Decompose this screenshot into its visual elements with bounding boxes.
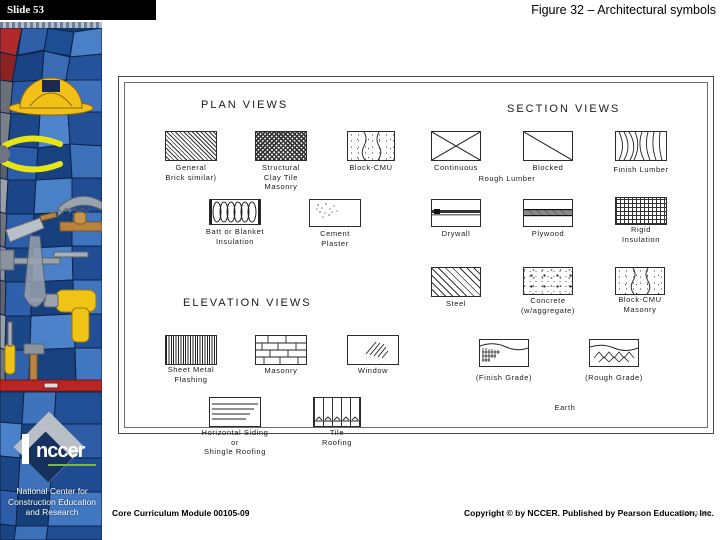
- cross-lines: [432, 132, 480, 160]
- nccer-logo-wordmark: nccer: [36, 440, 85, 462]
- diagonal-line: [524, 132, 572, 160]
- block-joints: [361, 132, 382, 160]
- drywall-bands: [432, 209, 480, 216]
- swatch-aggregate: [523, 267, 573, 295]
- symbol-block-cmu-masonry: Block-CMU Masonry: [615, 267, 665, 314]
- symbol-earth-finish-grade: (Finish Grade): [476, 339, 532, 382]
- symbol-earth-rough-grade: (Rough Grade): [585, 339, 642, 382]
- symbol-steel: Steel: [431, 267, 481, 308]
- symbol-tile-roofing: Tile Roofing: [313, 397, 361, 447]
- swatch-horizontal-bands: [431, 199, 481, 227]
- symbol-batt-blanket-insulation: Batt or Blanket Insulation: [206, 199, 263, 246]
- symbol-label: Cement Plaster: [320, 229, 350, 248]
- swatch-wood-grain: [615, 131, 667, 161]
- swatch-speckled-block: [615, 267, 665, 295]
- symbol-label: Rigid Insulation: [621, 225, 661, 244]
- symbol-label: (Rough Grade): [585, 373, 643, 382]
- symbol-window: Window: [347, 335, 399, 375]
- figure-architectural-symbols: PLAN VIEWS SECTION VIEWS ELEVATION VIEWS…: [118, 76, 714, 517]
- footer-course-info: Core Curriculum Module 00105-09: [112, 508, 250, 518]
- symbol-general-brick: General Brick similar): [165, 131, 217, 182]
- swatch-loops: [209, 199, 261, 225]
- wood-grain-lines: [618, 132, 663, 160]
- tool-level-red: [0, 379, 102, 392]
- tile-arrows: [314, 416, 360, 422]
- swatch-earth-rough: [589, 339, 639, 367]
- insulation-loops: [210, 200, 260, 224]
- slide-number-label: Slide 53: [7, 4, 44, 16]
- symbol-label: Finish Lumber: [613, 165, 669, 174]
- swatch-horizontal-lines: [209, 397, 261, 427]
- plaster-stipple: [316, 203, 338, 218]
- earth-rough-hatch: [590, 344, 638, 363]
- group-label-earth: Earth: [554, 403, 576, 412]
- symbol-label: Tile Roofing: [321, 428, 353, 447]
- plywood-bands: [524, 209, 572, 217]
- nccer-logo-green-line: [48, 464, 96, 466]
- symbol-horizontal-siding: Horizontal Siding or Shingle Roofing: [202, 397, 268, 456]
- swatch-vertical-tiles: [313, 397, 361, 427]
- block-joints: [630, 268, 651, 294]
- brick-courses: [256, 336, 306, 364]
- symbol-masonry-elevation: Masonry: [255, 335, 307, 375]
- section-title-plan-views: PLAN VIEWS: [201, 99, 289, 111]
- symbol-blocked-rough-lumber: Blocked: [523, 131, 573, 172]
- swatch-checkerboard: [255, 131, 307, 161]
- symbol-structural-clay-tile: Structural Clay Tile Masonry: [255, 131, 307, 191]
- swatch-single-diagonal: [523, 131, 573, 161]
- sidebar-decorative-mosaic: nccer National Center for Construction E…: [0, 22, 102, 540]
- symbol-label: Window: [357, 366, 389, 375]
- swatch-speckled-block: [347, 131, 395, 161]
- page-title: Figure 32 – Architectural symbols: [531, 3, 716, 17]
- section-title-elevation-views: ELEVATION VIEWS: [183, 297, 312, 309]
- nccer-logo-bar: [22, 434, 29, 464]
- symbol-finish-lumber: Finish Lumber: [613, 131, 668, 174]
- section-title-section-views: SECTION VIEWS: [507, 103, 621, 115]
- window-hatch: [365, 341, 389, 359]
- swatch-grid: [615, 197, 667, 225]
- swatch-corner-hatch: [347, 335, 399, 365]
- mosaic-top-strip: [0, 22, 102, 28]
- symbol-cement-plaster: Cement Plaster: [309, 199, 361, 248]
- symbol-continuous-rough-lumber: Continuous: [431, 131, 481, 172]
- figure-source-code: 105F32.EPS: [679, 511, 711, 517]
- earth-finish-hatch: [480, 343, 528, 362]
- swatch-earth-finish: [479, 339, 529, 367]
- swatch-brick-courses: [255, 335, 307, 365]
- swatch-dense-vertical: [165, 335, 217, 365]
- swatch-diagonal-hatch: [165, 131, 217, 161]
- swatch-fine-stipple: [309, 199, 361, 227]
- symbol-block-cmu-plan: Block-CMU: [347, 131, 395, 172]
- symbol-drywall: Drywall: [431, 199, 481, 238]
- symbol-rigid-insulation: Rigid Insulation: [615, 197, 667, 244]
- group-label-rough-lumber: Rough Lumber: [478, 174, 536, 183]
- swatch-plywood-bands: [523, 199, 573, 227]
- nccer-tagline: National Center for Construction Educati…: [8, 486, 96, 517]
- footer-copyright: Copyright © by NCCER. Published by Pears…: [464, 508, 714, 518]
- swatch-x-cross: [431, 131, 481, 161]
- swatch-diagonal-hatch-wide: [431, 267, 481, 297]
- symbol-concrete-with-aggregate: Concrete (w/aggregate): [521, 267, 574, 315]
- siding-lines: [212, 403, 258, 420]
- symbol-label: Block-CMU Masonry: [618, 295, 662, 314]
- symbol-sheet-metal-flashing: Sheet Metal Flashing: [165, 335, 217, 384]
- nccer-logo: nccer: [13, 411, 96, 483]
- symbol-plywood: Plywood: [523, 199, 573, 238]
